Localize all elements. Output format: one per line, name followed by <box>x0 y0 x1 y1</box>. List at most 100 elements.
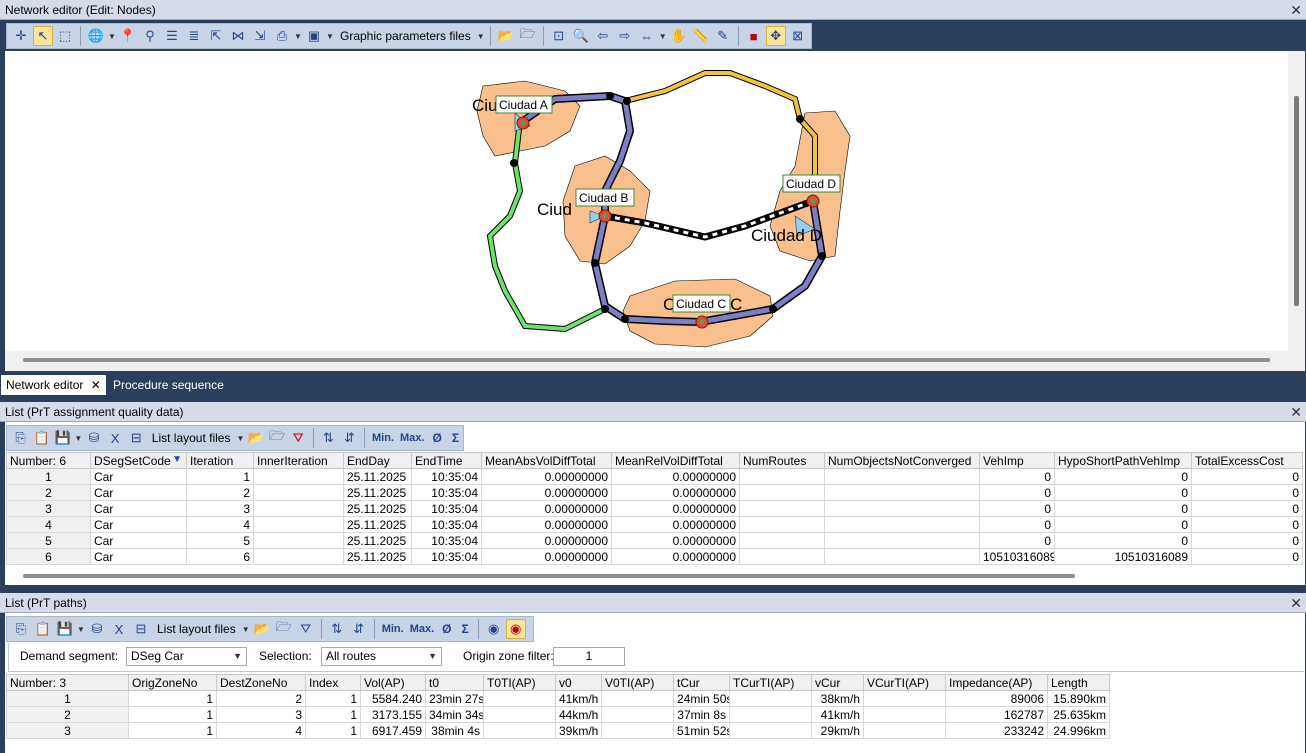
select-filter-icon[interactable]: ⇱ <box>206 26 226 46</box>
canvas-hscroll-thumb[interactable] <box>23 358 1270 362</box>
table-cell[interactable]: 1 <box>305 706 361 723</box>
table-cell[interactable]: 15.890km <box>1047 690 1110 707</box>
table-cell[interactable]: 39km/h <box>555 722 602 739</box>
open-folder-icon[interactable]: 📂 <box>496 26 516 46</box>
row-number-cell[interactable]: 2 <box>6 484 91 501</box>
record-icon[interactable]: ◉ <box>484 619 504 639</box>
save-icon[interactable]: 💾 <box>55 619 75 639</box>
record-stop-icon[interactable]: ■ <box>744 26 764 46</box>
back-arrow-icon[interactable]: ⇦ <box>593 26 613 46</box>
column-header[interactable]: Iteration <box>186 452 254 469</box>
table-cell[interactable]: 0.00000000 <box>481 484 612 501</box>
filter-icon[interactable]: ▼ <box>172 454 182 465</box>
column-header[interactable]: Number: 3 <box>6 674 129 691</box>
zoom-window-icon[interactable]: ⊡ <box>549 26 569 46</box>
table-cell[interactable]: Car <box>90 500 187 517</box>
table-cell[interactable] <box>739 500 825 517</box>
hand-pan-icon[interactable]: ✋ <box>669 26 689 46</box>
column-header[interactable]: t0 <box>425 674 484 691</box>
chevron-down-icon[interactable]: ▼ <box>236 434 244 443</box>
table-cell[interactable]: 0 <box>1191 500 1303 517</box>
table-cell[interactable]: 25.635km <box>1047 706 1110 723</box>
table-cell[interactable]: 25.11.2025 <box>343 548 412 565</box>
sum-button[interactable]: Σ <box>458 622 473 636</box>
table-cell[interactable] <box>739 516 825 533</box>
globe-icon[interactable]: 🌐 <box>86 26 106 46</box>
chevron-down-icon[interactable]: ▼ <box>659 32 667 41</box>
column-header[interactable]: T0TI(AP) <box>483 674 556 691</box>
table-cell[interactable]: 38km/h <box>811 690 864 707</box>
table-cell[interactable]: Car <box>90 548 187 565</box>
table-cell[interactable]: 0 <box>979 468 1055 485</box>
chevron-down-icon[interactable]: ▼ <box>77 625 85 634</box>
row-number-cell[interactable]: 2 <box>6 706 129 723</box>
table-cell[interactable] <box>824 548 980 565</box>
column-header[interactable]: Length <box>1047 674 1110 691</box>
column-header[interactable]: NumRoutes <box>739 452 825 469</box>
table-cell[interactable]: 0.00000000 <box>611 548 740 565</box>
table-cell[interactable]: 6917.459 <box>360 722 426 739</box>
nodes-icon[interactable]: ⋈ <box>228 26 248 46</box>
table-cell[interactable]: 10:35:04 <box>411 532 482 549</box>
close-icon[interactable]: ✕ <box>1290 593 1302 613</box>
origin-zone-filter-input[interactable]: 1 <box>553 647 625 666</box>
table-cell[interactable]: 29km/h <box>811 722 864 739</box>
min-button[interactable]: Min. <box>380 623 406 635</box>
table-cell[interactable]: 38min 4s <box>425 722 484 739</box>
table-cell[interactable]: 0 <box>1054 468 1192 485</box>
table-cell[interactable] <box>729 690 812 707</box>
screenshot-icon[interactable]: ▣ <box>304 26 324 46</box>
filter-clear-icon[interactable]: ⛛ <box>289 428 308 448</box>
table-cell[interactable]: 10:35:04 <box>411 484 482 501</box>
table-cell[interactable] <box>824 516 980 533</box>
table-edit-icon[interactable]: ⊟ <box>127 428 146 448</box>
quality-hscroll-thumb[interactable] <box>23 574 1075 578</box>
table-cell[interactable] <box>824 532 980 549</box>
max-button[interactable]: Max. <box>398 432 426 444</box>
table-cell[interactable]: 25.11.2025 <box>343 516 412 533</box>
row-number-cell[interactable]: 3 <box>6 722 129 739</box>
table-cell[interactable] <box>863 706 946 723</box>
open-folder-icon[interactable]: 📂 <box>252 619 272 639</box>
table-row[interactable]: 5 Car 5 25.11.2025 10:35:04 0.00000000 0.00000… <box>6 532 1303 549</box>
table-cell[interactable]: 10:35:04 <box>411 500 482 517</box>
close-icon[interactable]: ✕ <box>91 378 101 392</box>
table-cell[interactable]: 37min 8s <box>673 706 730 723</box>
table-cell[interactable]: 5 <box>186 532 254 549</box>
fit-all-icon[interactable]: ✥ <box>765 26 786 46</box>
table-cell[interactable]: 0.00000000 <box>611 532 740 549</box>
select-rect-icon[interactable]: ⬚ <box>55 26 75 46</box>
table-cell[interactable]: 0.00000000 <box>611 468 740 485</box>
save-folder-icon[interactable]: 🗁 <box>518 26 538 46</box>
table-cell[interactable]: 41km/h <box>811 706 864 723</box>
open-folder-icon[interactable]: 📂 <box>246 428 265 448</box>
column-header[interactable]: NumObjectsNotConverged <box>824 452 980 469</box>
column-header[interactable]: TotalExcessCost <box>1191 452 1303 469</box>
table-cell[interactable] <box>601 690 674 707</box>
table-cell[interactable] <box>863 722 946 739</box>
table-cell[interactable] <box>253 484 344 501</box>
column-header[interactable]: OrigZoneNo <box>128 674 217 691</box>
column-header[interactable]: v0 <box>555 674 602 691</box>
filter-clear-icon[interactable]: ⛛ <box>296 619 316 639</box>
table-edit-icon[interactable]: ⊟ <box>131 619 151 639</box>
column-header[interactable]: DestZoneNo <box>216 674 306 691</box>
table-cell[interactable] <box>601 706 674 723</box>
row-number-cell[interactable]: 6 <box>6 548 91 565</box>
table-cell[interactable] <box>739 468 825 485</box>
row-number-cell[interactable]: 3 <box>6 500 91 517</box>
table-cell[interactable] <box>253 500 344 517</box>
copy-icon[interactable]: ⎘ <box>11 428 30 448</box>
row-number-cell[interactable]: 5 <box>6 532 91 549</box>
chevron-down-icon[interactable]: ▼ <box>74 434 82 443</box>
table-cell[interactable]: 3 <box>216 706 306 723</box>
table-cell[interactable] <box>739 484 825 501</box>
column-header[interactable]: HypoShortPathVehImp <box>1054 452 1192 469</box>
zoom-icon[interactable]: 🔍 <box>571 26 591 46</box>
table-cell[interactable] <box>253 532 344 549</box>
sort-desc-icon[interactable]: ⇵ <box>340 428 359 448</box>
table-cell[interactable]: 0 <box>1191 516 1303 533</box>
database-icon[interactable]: ⛁ <box>84 428 103 448</box>
table-cell[interactable] <box>729 706 812 723</box>
table-row[interactable]: 4 Car 4 25.11.2025 10:35:04 0.00000000 0.00000… <box>6 516 1303 533</box>
